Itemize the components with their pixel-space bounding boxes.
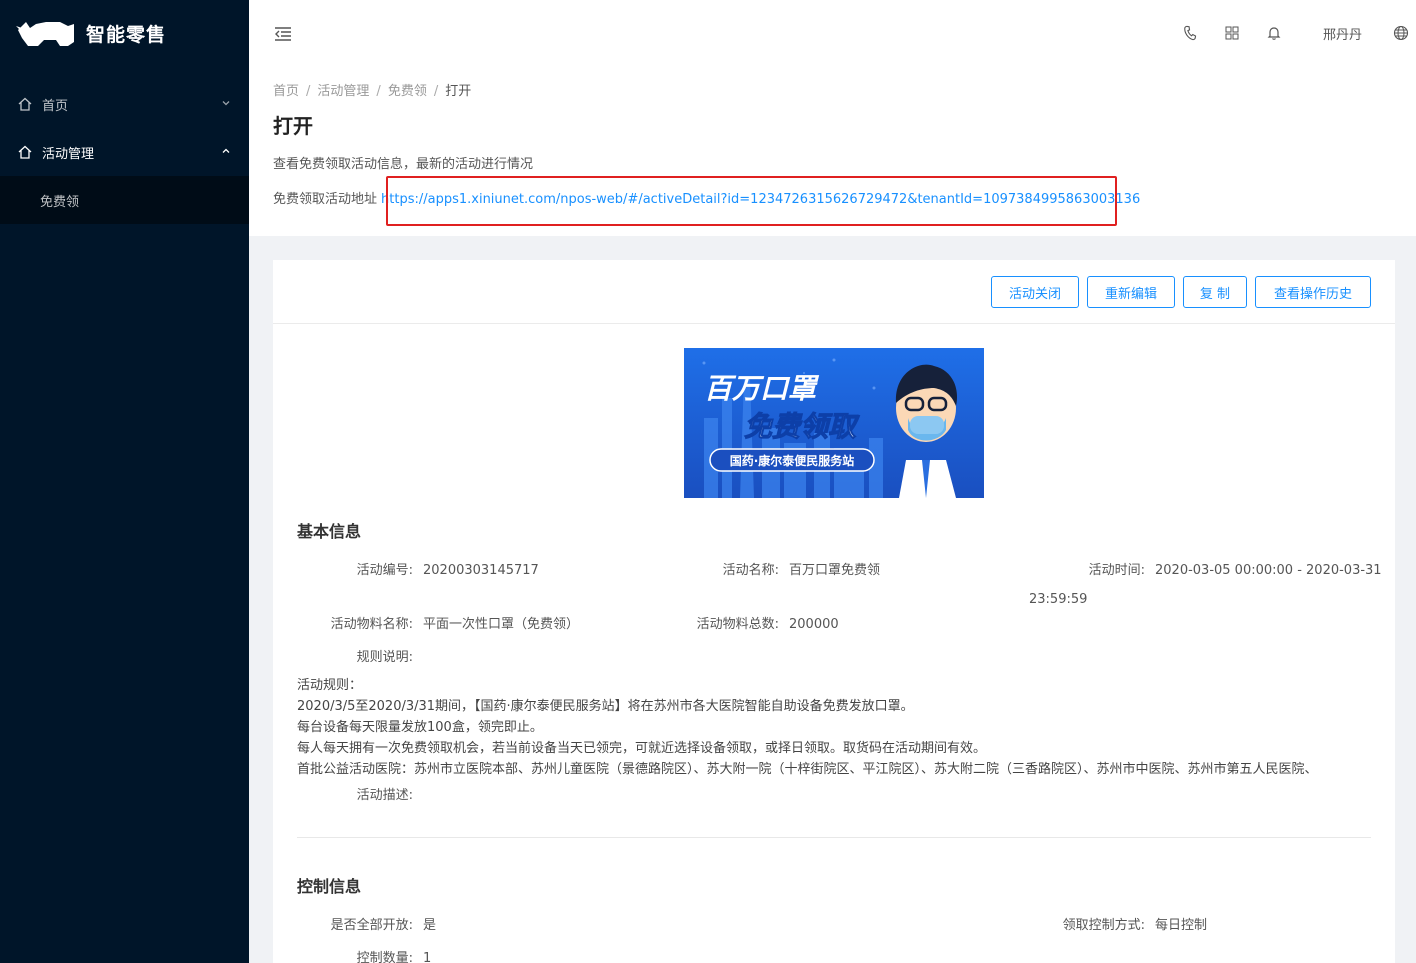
sidebar-item-free-claim[interactable]: 免费领 <box>0 176 249 224</box>
brand-name: 智能零售 <box>86 23 167 46</box>
field-material-name: 活动物料名称: 平面一次性口罩（免费领） <box>297 613 579 632</box>
field-activity-code: 活动编号: 20200303145717 <box>297 559 539 578</box>
field-label: 活动描述: <box>356 788 413 803</box>
home-icon <box>18 96 34 112</box>
home-icon <box>18 144 34 160</box>
field-activity-time-cont: 23:59:59 <box>1029 592 1088 607</box>
field-open-all: 是否全部开放: 是 <box>297 914 436 933</box>
detail-card: 活动关闭 重新编辑 复 制 查看操作历史 百万口罩 免费领取 国药·康尔泰便民服… <box>273 260 1395 963</box>
reedit-button[interactable]: 重新编辑 <box>1087 276 1175 308</box>
field-label: 是否全部开放: <box>330 918 413 933</box>
user-name[interactable]: 邢丹丹 <box>1295 24 1386 43</box>
sidebar-item-home[interactable]: 首页 <box>0 80 249 128</box>
banner-title-2: 免费领取 <box>744 410 860 443</box>
breadcrumb-item-free-claim[interactable]: 免费领 <box>388 84 427 99</box>
field-value: 每日控制 <box>1155 918 1208 933</box>
rhino-logo-icon <box>16 22 74 46</box>
sidebar: 智能零售 首页 活动管理 免费领 <box>0 0 249 963</box>
breadcrumb-item-home[interactable]: 首页 <box>273 84 299 99</box>
page-title: 打开 <box>273 114 313 138</box>
rules-text: 活动规则： 2020/3/5至2020/3/31期间，【国药·康尔泰便民服务站】… <box>297 675 1318 780</box>
highlight-box <box>386 176 1117 226</box>
globe-icon[interactable] <box>1386 0 1416 66</box>
banner-tag: 国药·康尔泰便民服务站 <box>730 453 855 468</box>
breadcrumb: 首页 / 活动管理 / 免费领 / 打开 <box>273 84 472 99</box>
sidebar-item-label: 活动管理 <box>42 146 95 162</box>
qrcode-icon[interactable] <box>1211 0 1253 66</box>
rules-line: 活动规则： <box>297 678 363 693</box>
field-value: 2020-03-05 00:00:00 - 2020-03-31 <box>1155 563 1382 578</box>
field-label: 领取控制方式: <box>1062 918 1145 933</box>
chevron-down-icon <box>221 98 231 111</box>
bell-icon[interactable] <box>1253 0 1295 66</box>
rules-line: 2020/3/5至2020/3/31期间，【国药·康尔泰便民服务站】将在苏州市各… <box>297 699 914 714</box>
chevron-up-icon <box>221 146 231 159</box>
field-activity-name: 活动名称: 百万口罩免费领 <box>663 559 880 578</box>
field-value: 是 <box>423 918 437 933</box>
field-material-total: 活动物料总数: 200000 <box>663 613 839 632</box>
copy-button[interactable]: 复 制 <box>1183 276 1247 308</box>
breadcrumb-item-current: 打开 <box>445 84 472 99</box>
section-divider <box>297 837 1371 838</box>
field-control-quantity: 控制数量: 1 <box>297 947 432 963</box>
rules-line: 每人每天拥有一次免费领取机会，若当前设备当天已领完，可就近选择设备领取，或择日领… <box>297 741 987 756</box>
sidebar-item-label: 免费领 <box>40 194 80 210</box>
address-label: 免费领取活动地址 <box>273 192 378 207</box>
field-label: 活动物料总数: <box>696 617 779 632</box>
field-value: 200000 <box>789 617 839 632</box>
banner-title-1: 百万口罩 <box>704 372 820 405</box>
basic-info-title: 基本信息 <box>297 522 362 541</box>
view-history-button[interactable]: 查看操作历史 <box>1255 276 1371 308</box>
breadcrumb-item-activity[interactable]: 活动管理 <box>317 84 369 99</box>
top-header: 邢丹丹 <box>249 0 1416 66</box>
submenu: 免费领 <box>0 176 249 224</box>
field-label: 活动物料名称: <box>330 617 413 632</box>
field-value: 平面一次性口罩（免费领） <box>423 617 580 632</box>
logo[interactable]: 智能零售 <box>0 0 249 66</box>
field-claim-control-mode: 领取控制方式: 每日控制 <box>1029 914 1207 933</box>
rules-line: 每台设备每天限量发放100盒，领完即止。 <box>297 720 543 735</box>
field-description: 活动描述: <box>297 784 413 803</box>
field-value: 百万口罩免费领 <box>789 563 881 578</box>
phone-icon[interactable] <box>1169 0 1211 66</box>
menu-fold-icon[interactable] <box>273 24 293 44</box>
field-activity-time: 活动时间: 2020-03-05 00:00:00 - 2020-03-31 <box>1029 559 1382 578</box>
field-label: 活动名称: <box>722 563 779 578</box>
field-rules: 规则说明: <box>297 646 413 665</box>
field-value: 1 <box>423 951 432 963</box>
control-info-title: 控制信息 <box>297 877 362 896</box>
close-activity-button[interactable]: 活动关闭 <box>991 276 1079 308</box>
activity-banner-image: 百万口罩 免费领取 国药·康尔泰便民服务站 <box>684 348 984 498</box>
page-description: 查看免费领取活动信息，最新的活动进行情况 <box>273 157 534 172</box>
field-label: 控制数量: <box>356 951 413 963</box>
action-toolbar: 活动关闭 重新编辑 复 制 查看操作历史 <box>273 260 1395 324</box>
sidebar-item-activity[interactable]: 活动管理 <box>0 128 249 176</box>
field-label: 活动时间: <box>1088 563 1145 578</box>
rules-line: 首批公益活动医院：苏州市立医院本部、苏州儿童医院（景德路院区）、苏大附一院（十梓… <box>297 762 1318 777</box>
sidebar-item-label: 首页 <box>42 98 69 114</box>
field-value: 20200303145717 <box>423 563 539 578</box>
field-label: 规则说明: <box>356 650 413 665</box>
field-label: 活动编号: <box>356 563 413 578</box>
